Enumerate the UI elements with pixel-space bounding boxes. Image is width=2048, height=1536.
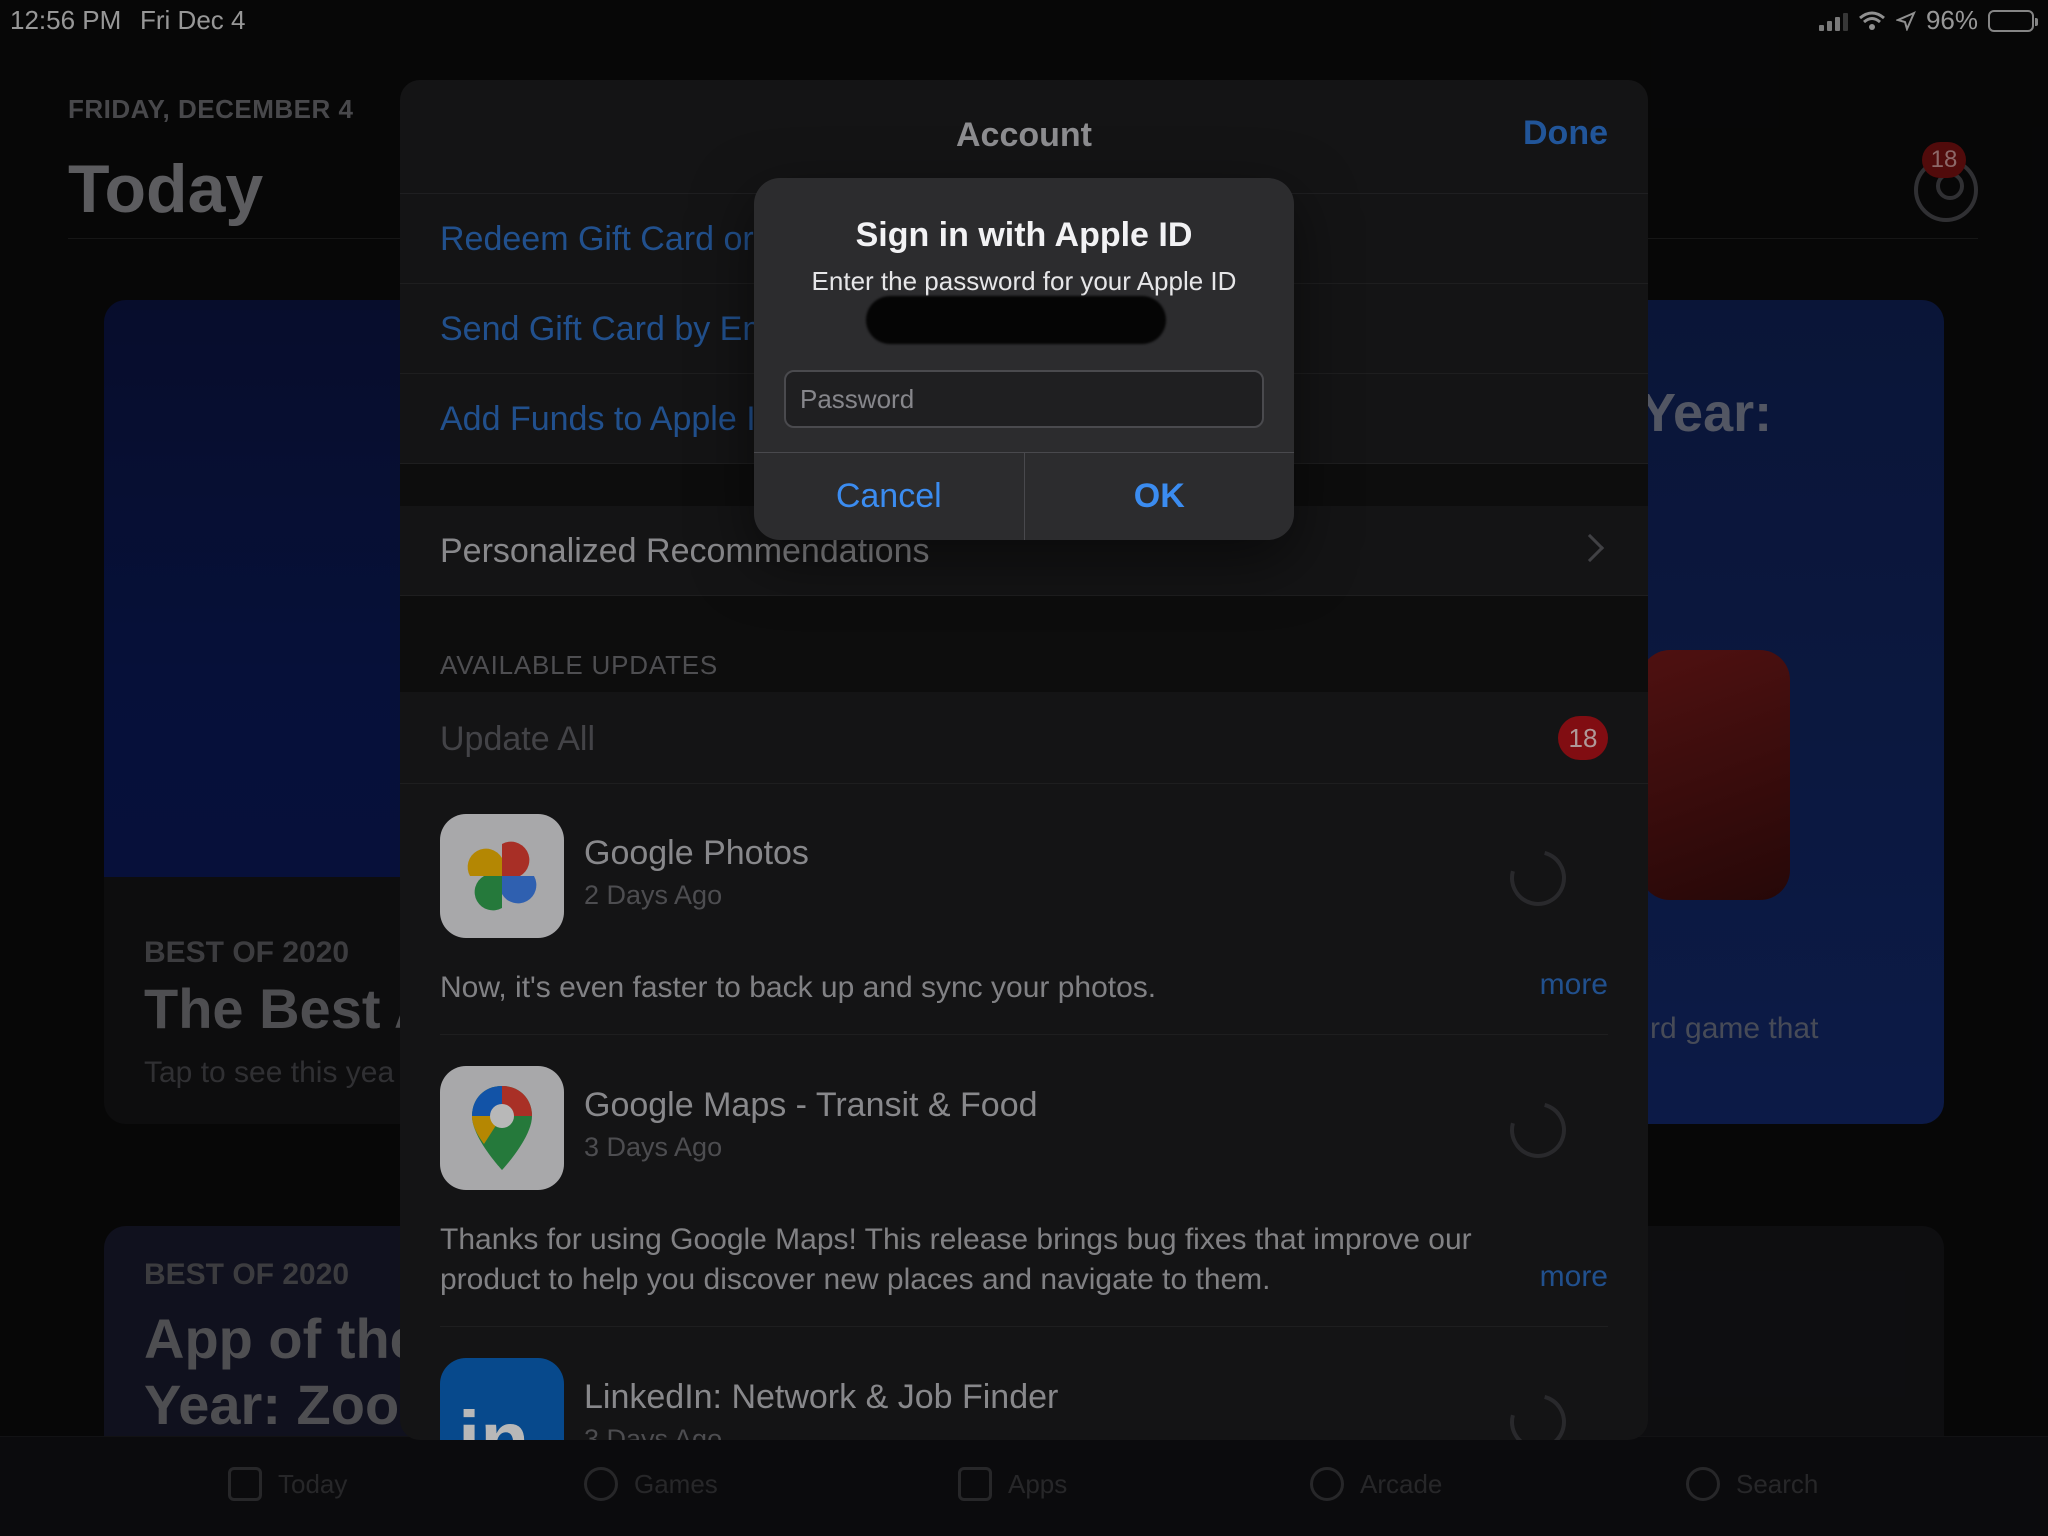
sign-in-alert: Sign in with Apple ID Enter the password… [754,178,1294,540]
alert-title: Sign in with Apple ID [855,216,1193,254]
row-divider [440,1326,1608,1327]
section-header: AVAILABLE UPDATES [440,650,719,680]
release-notes: Now, it's even faster to back up and syn… [440,971,1157,1004]
app-update-date: 3 Days Ago [584,1132,723,1162]
download-progress-icon[interactable] [1499,839,1577,917]
release-notes: Thanks for using Google Maps! This relea… [440,1223,1472,1296]
linkedin-icon: in [440,1358,564,1440]
app-update-date: 3 Days Ago [584,1424,723,1440]
row-label: Add Funds to Apple I [440,400,756,438]
update-all-row[interactable]: Update All 18 [400,692,1648,784]
row-label: Send Gift Card by Em [440,310,771,348]
update-all-button[interactable]: Update All [440,720,595,759]
alert-message: Enter the password for your Apple ID [811,266,1237,296]
app-name: Google Maps - Transit & Food [584,1086,1038,1124]
update-count-badge: 18 [1558,716,1608,760]
sheet-title: Account [956,116,1092,154]
row-divider [440,1034,1608,1035]
cancel-button[interactable]: Cancel [754,453,1024,540]
alert-actions: Cancel OK [754,452,1294,540]
password-input[interactable] [784,370,1264,428]
app-update-date: 2 Days Ago [584,880,723,910]
download-progress-icon[interactable] [1499,1383,1577,1440]
more-link[interactable]: more [1540,1260,1608,1294]
linkedin-logo-text: in [458,1395,530,1440]
more-link[interactable]: more [1540,968,1608,1002]
sheet-header: Account Done [400,80,1648,194]
app-name: LinkedIn: Network & Job Finder [584,1378,1059,1416]
google-maps-icon [440,1066,564,1190]
redaction-scribble [866,296,1166,344]
row-label: Redeem Gift Card or [440,220,754,258]
done-button[interactable]: Done [1523,114,1608,153]
google-photos-icon [440,814,564,938]
app-name: Google Photos [584,834,809,872]
ok-button[interactable]: OK [1023,453,1295,540]
download-progress-icon[interactable] [1499,1091,1577,1169]
chevron-right-icon [1575,533,1605,563]
